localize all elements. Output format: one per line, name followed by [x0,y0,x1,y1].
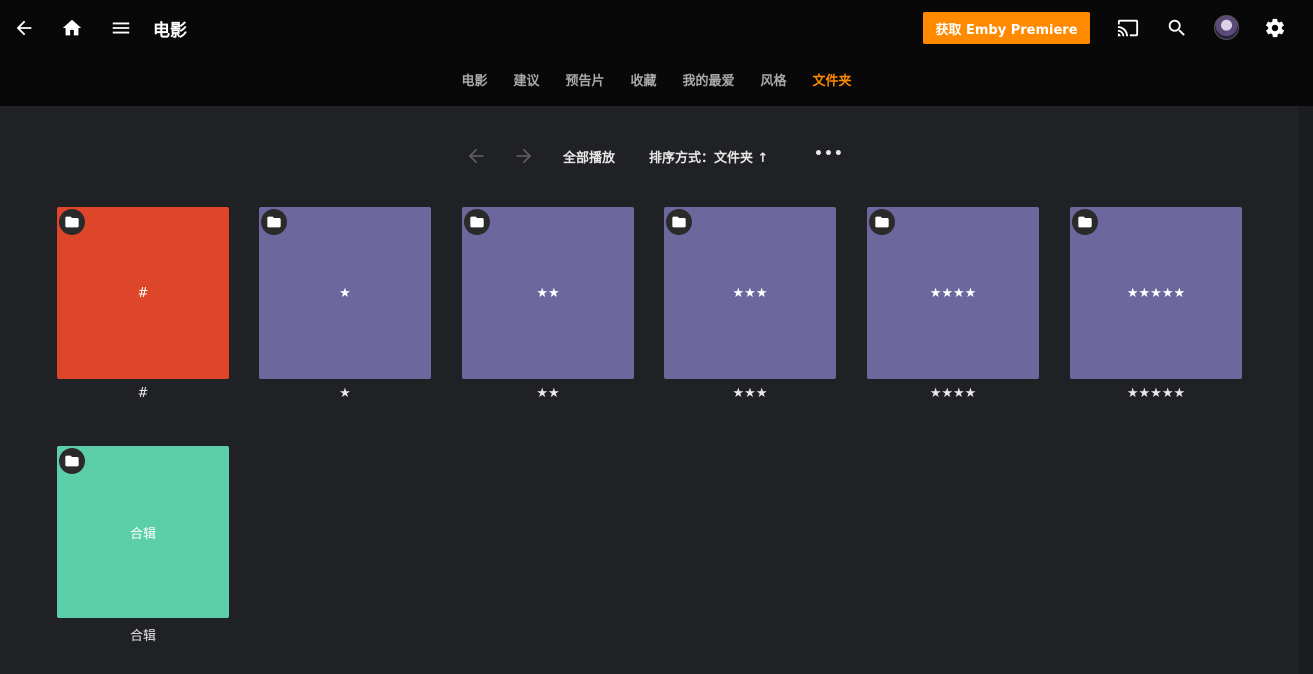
folder-tile-text: # [137,285,149,301]
section-tabs: 电影 建议 预告片 收藏 我的最爱 风格 文件夹 [0,72,1313,94]
app-header: 电影 获取 Emby Premiere 电影 建议 预告片 收藏 我的最爱 风格… [0,0,1313,106]
folder-caption[interactable]: ★★★★ [867,386,1039,401]
back-button[interactable] [8,12,40,44]
folder-tile-text: ★★★★★ [1126,285,1186,301]
gear-icon [1265,18,1285,38]
library-toolbar: 全部播放 排序方式：文件夹 ↑ ••• [0,143,1313,169]
search-icon [1168,19,1185,36]
play-all-button[interactable]: 全部播放 [563,147,615,166]
folder-icon [875,216,889,228]
folder-card[interactable]: ★★ ★★ [462,207,634,401]
folder-caption[interactable]: ★★ [462,386,634,401]
folder-thumbnail[interactable]: ★ [259,207,431,379]
page-title: 电影 [153,21,187,41]
cast-button[interactable] [1112,12,1144,44]
folder-thumbnail[interactable]: ★★★★★ [1070,207,1242,379]
folder-thumbnail[interactable]: ★★ [462,207,634,379]
folder-thumbnail[interactable]: 合辑 [57,446,229,618]
folder-badge [261,209,287,235]
tab-collections[interactable]: 收藏 [630,72,656,94]
folder-card[interactable]: ★★★★★ ★★★★★ [1070,207,1242,401]
folder-badge [59,448,85,474]
folder-card[interactable]: # # [57,207,229,401]
previous-page-button[interactable] [465,145,489,169]
folder-icon [267,216,281,228]
folder-caption[interactable]: ★★★★★ [1070,386,1242,401]
folder-card[interactable]: ★ ★ [259,207,431,401]
folder-caption[interactable]: ★★★ [664,386,836,401]
folder-tile-text: ★★ [536,285,560,301]
settings-button[interactable] [1259,12,1291,44]
folder-badge [1072,209,1098,235]
folder-icon [65,216,79,228]
user-avatar[interactable] [1214,15,1239,40]
tab-suggestions[interactable]: 建议 [513,72,539,94]
folder-card[interactable]: ★★★ ★★★ [664,207,836,401]
folder-badge [666,209,692,235]
vertical-scrollbar[interactable] [1299,106,1313,674]
folder-thumbnail[interactable]: ★★★ [664,207,836,379]
tab-trailers[interactable]: 预告片 [565,72,604,94]
folder-icon [672,216,686,228]
folder-tile-text: ★★★ [732,285,768,301]
more-options-button[interactable]: ••• [814,146,844,162]
folder-caption[interactable]: 合辑 [57,625,229,644]
folder-thumbnail[interactable]: ★★★★ [867,207,1039,379]
folder-icon [470,216,484,228]
folder-tile-text: ★★★★ [929,285,977,301]
arrow-right-icon [516,148,532,164]
folder-icon [1078,216,1092,228]
folder-badge [59,209,85,235]
folder-tile-text: 合辑 [129,526,156,542]
arrow-left-icon [468,148,484,164]
get-premiere-button[interactable]: 获取 Emby Premiere [923,12,1090,44]
folder-badge [869,209,895,235]
folder-thumbnail[interactable]: # [57,207,229,379]
sort-by-button[interactable]: 排序方式：文件夹 ↑ [649,147,768,166]
menu-button[interactable] [105,12,137,44]
next-page-button[interactable] [513,145,537,169]
arrow-left-icon [16,20,32,36]
folder-card[interactable]: ★★★★ ★★★★ [867,207,1039,401]
tab-favorites[interactable]: 我的最爱 [683,72,735,94]
folder-badge [464,209,490,235]
home-icon [62,19,82,36]
tab-movies[interactable]: 电影 [461,72,487,94]
folder-caption[interactable]: # [57,386,229,401]
tab-folders[interactable]: 文件夹 [813,72,852,94]
tab-genres[interactable]: 风格 [761,72,787,94]
folder-caption[interactable]: ★ [259,386,431,401]
menu-icon [112,22,130,34]
folder-tile-text: ★ [339,285,351,301]
cast-icon [1117,19,1139,37]
folder-icon [65,455,79,467]
home-button[interactable] [56,12,88,44]
folder-card[interactable]: 合辑 合辑 [57,446,229,644]
search-button[interactable] [1161,12,1193,44]
